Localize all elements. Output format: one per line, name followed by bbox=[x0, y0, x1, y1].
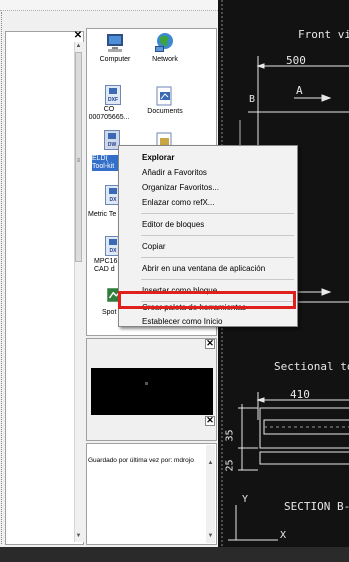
menu-item-anadir-favoritos[interactable]: Añadir a Favoritos bbox=[124, 167, 207, 178]
preview-close-icon[interactable]: ✕ bbox=[205, 339, 215, 349]
tree-close-icon[interactable]: ✕ bbox=[73, 31, 83, 41]
cad-dim-35: 35 bbox=[224, 429, 236, 442]
folder-tree-pane[interactable] bbox=[5, 31, 84, 545]
menu-item-explorar[interactable]: Explorar bbox=[124, 152, 174, 163]
computer-icon bbox=[107, 34, 123, 52]
drawing-preview-image bbox=[91, 368, 213, 415]
icon-label-documents: Documents bbox=[147, 108, 183, 115]
menu-separator bbox=[141, 257, 294, 258]
scroll-down-icon[interactable]: ▼ bbox=[74, 532, 83, 541]
scroll-up-icon[interactable]: ▲ bbox=[74, 42, 83, 51]
grip-icon: ≡ bbox=[76, 158, 81, 164]
icon-item-network[interactable] bbox=[152, 31, 176, 57]
cad-dim-25: 25 bbox=[224, 459, 236, 472]
network-icon bbox=[155, 33, 173, 52]
menu-item-editor-bloques[interactable]: Editor de bloques bbox=[124, 219, 204, 230]
cad-label-y: Y bbox=[242, 494, 249, 505]
icon-label-computer: Computer bbox=[99, 56, 131, 63]
menu-separator bbox=[141, 235, 294, 236]
cad-dim-500: 500 bbox=[286, 54, 306, 67]
icon-label-mpc: MPC16 CAD d bbox=[94, 258, 118, 273]
menu-item-copiar[interactable]: Copiar bbox=[124, 241, 166, 252]
preview-dot bbox=[145, 382, 148, 385]
description-close-icon[interactable]: ✕ bbox=[205, 416, 215, 426]
status-bar bbox=[0, 547, 349, 562]
icon-label-co-dxf: CO 000705665... bbox=[88, 106, 130, 121]
menu-item-organizar-favoritos[interactable]: Organizar Favoritos... bbox=[124, 182, 219, 193]
cad-label-x: X bbox=[280, 530, 287, 541]
desc-scroll-down-icon[interactable]: ▼ bbox=[206, 532, 215, 541]
menu-separator bbox=[141, 279, 294, 280]
menu-item-abrir-ventana[interactable]: Abrir en una ventana de aplicación bbox=[124, 263, 265, 274]
cad-label-a: A bbox=[296, 84, 303, 97]
icon-item-computer[interactable] bbox=[103, 31, 127, 57]
cad-front-view-label: Front vie bbox=[298, 28, 349, 41]
icon-item-documents[interactable] bbox=[152, 84, 176, 110]
dx-badge-mpc: DX bbox=[109, 248, 117, 254]
menu-separator bbox=[141, 213, 294, 214]
dx-badge-metric: DX bbox=[109, 197, 117, 203]
top-frame-strip bbox=[0, 0, 218, 11]
cad-sectional-label: Sectional top bbox=[274, 360, 349, 373]
cad-section-label: SECTION B- bbox=[284, 500, 349, 513]
description-text: Guardado por última vez por: mdrojo bbox=[88, 457, 194, 464]
documents-icon bbox=[156, 86, 172, 106]
icon-label-eld: ELD( Tool-kit bbox=[92, 155, 120, 171]
desc-scroll-up-icon[interactable]: ▲ bbox=[206, 459, 215, 468]
dw-badge: DW bbox=[107, 142, 117, 148]
red-highlight-box bbox=[118, 291, 296, 309]
menu-item-enlazar-refx[interactable]: Enlazar como refX... bbox=[124, 197, 214, 208]
icon-label-network: Network bbox=[152, 56, 178, 63]
cad-label-b: B bbox=[249, 94, 256, 105]
icon-item-co-dxf[interactable]: DXF bbox=[105, 85, 121, 105]
cad-dim-410: 410 bbox=[290, 388, 310, 401]
dxf-file-icon: DXF bbox=[105, 85, 121, 105]
icon-label-metric: Metric Te bbox=[88, 211, 117, 218]
dxf-badge: DXF bbox=[108, 97, 118, 103]
left-dotted-border bbox=[1, 12, 4, 544]
menu-item-establecer-inicio[interactable]: Establecer como Inicio bbox=[124, 316, 222, 327]
